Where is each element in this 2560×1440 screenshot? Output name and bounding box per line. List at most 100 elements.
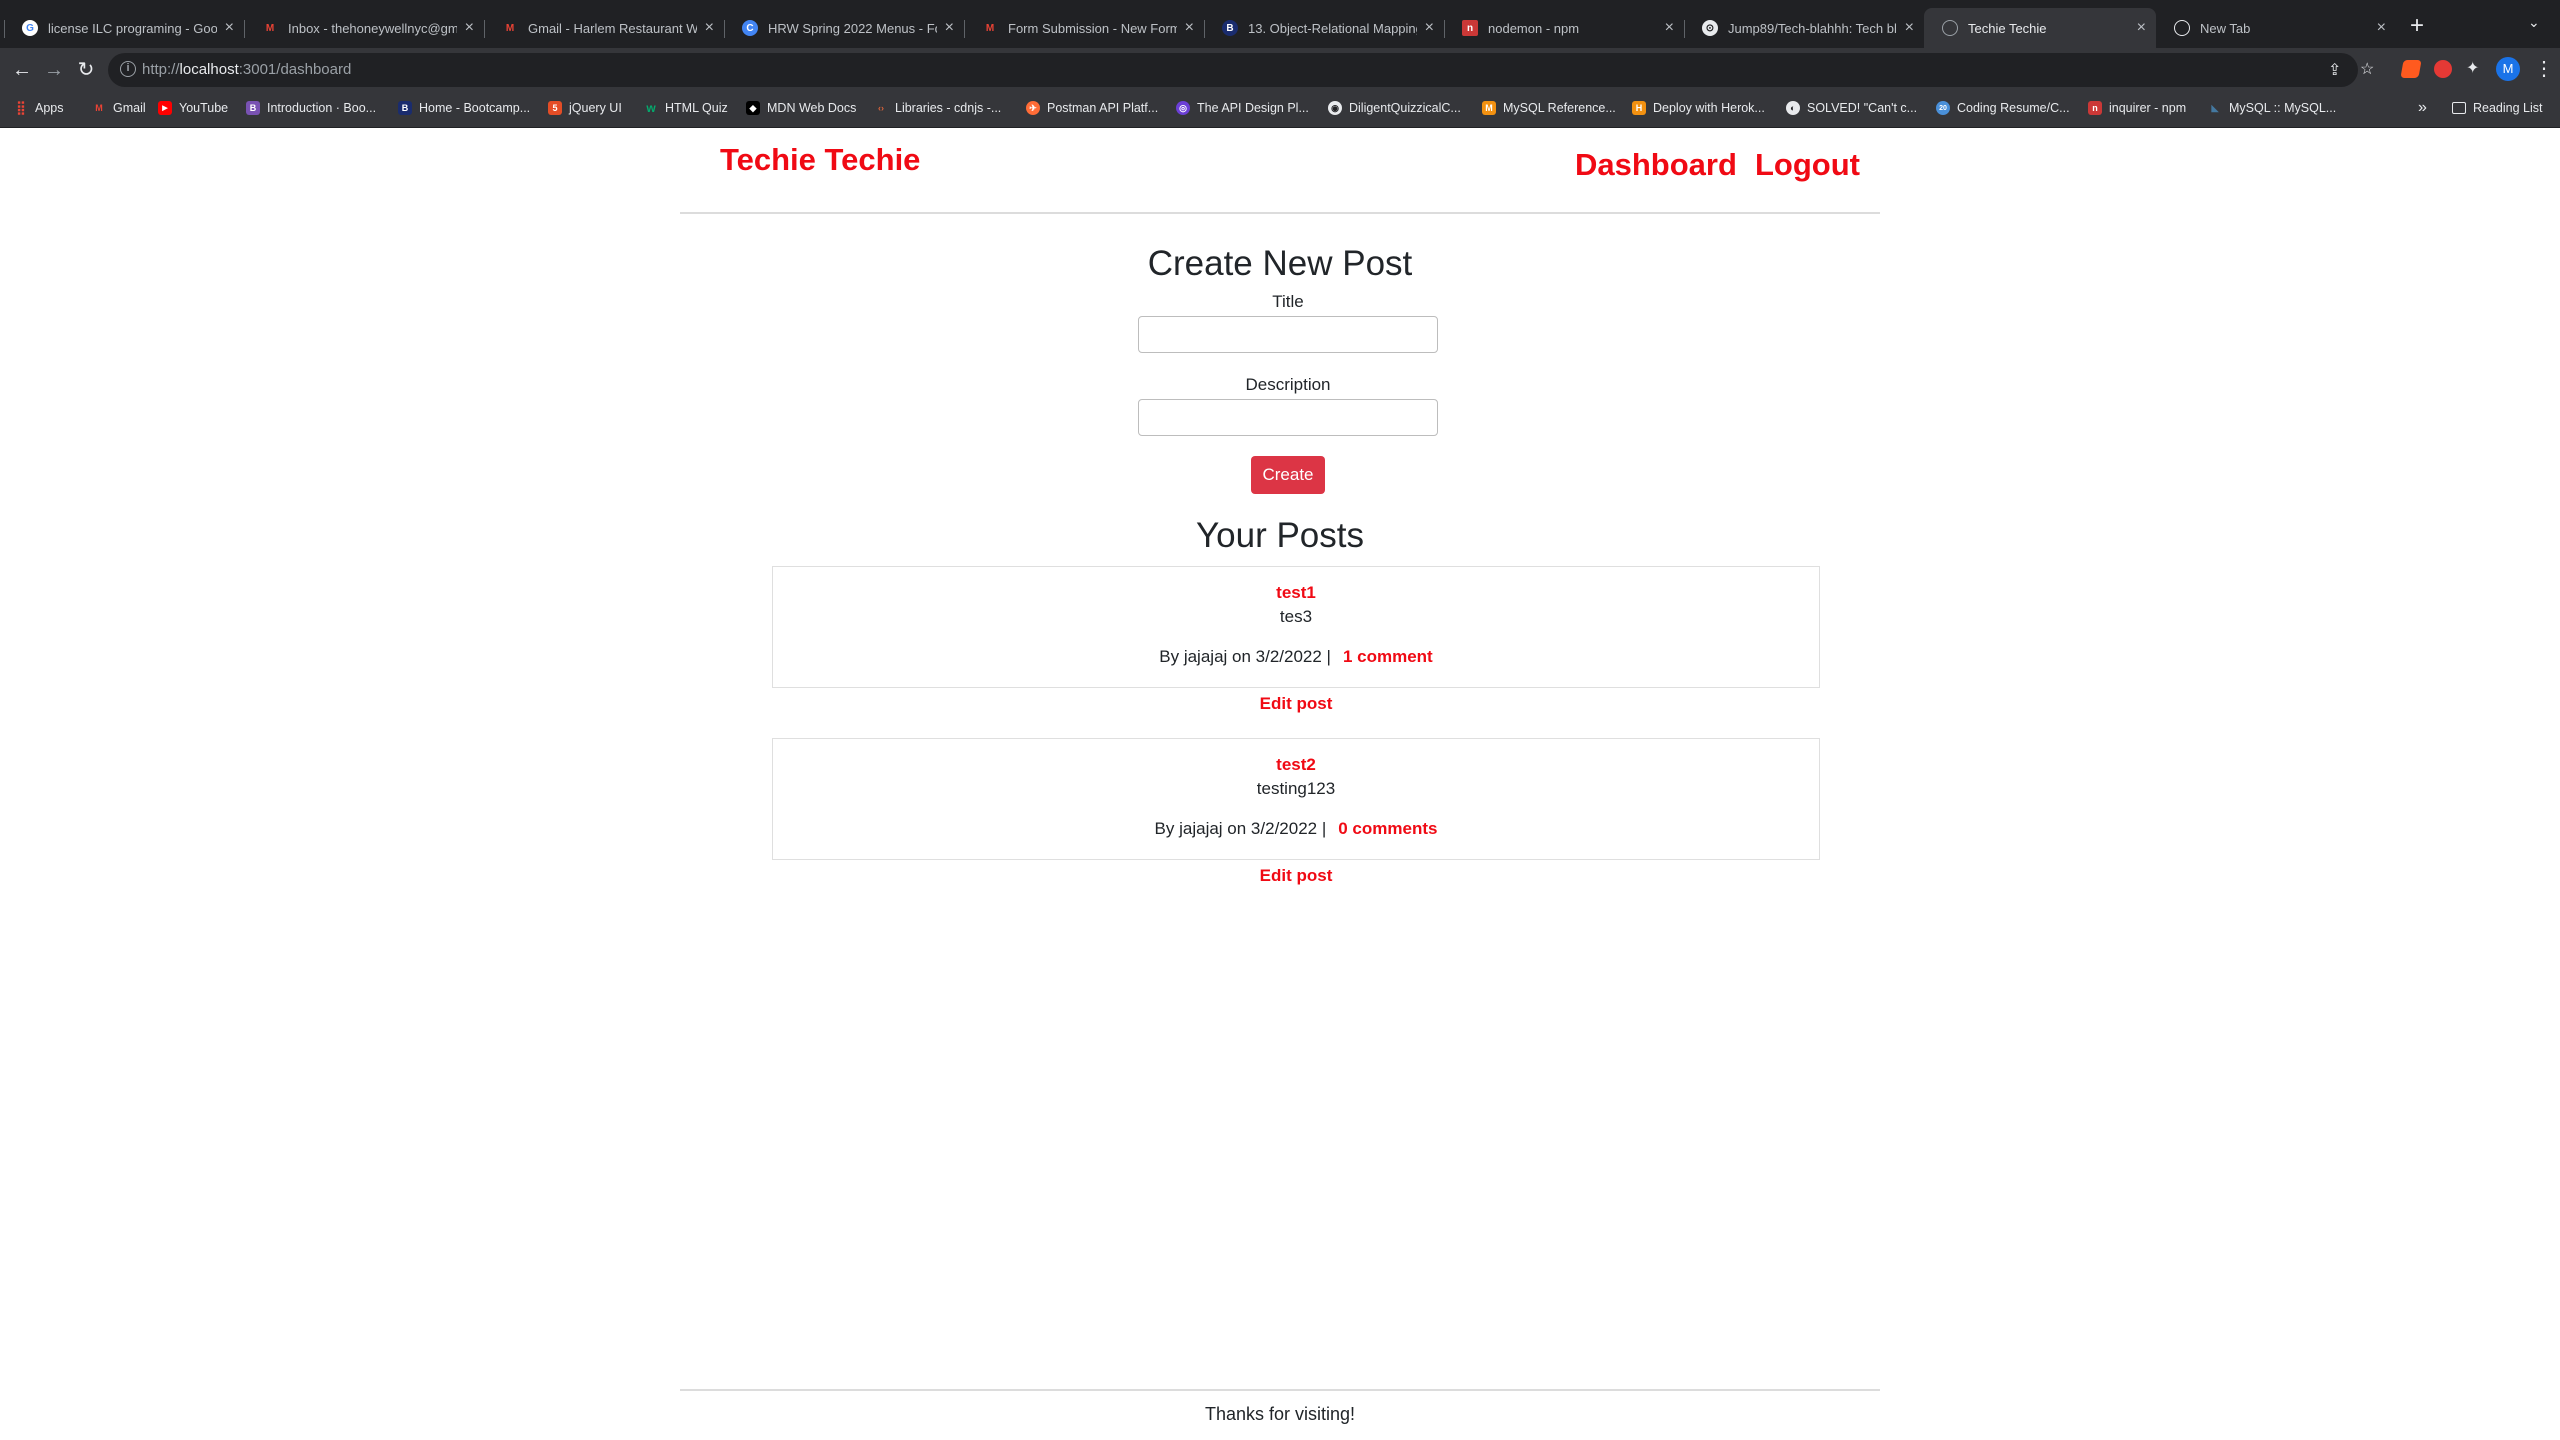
- browser-tab[interactable]: New Tab ×: [2156, 8, 2396, 48]
- post-title-link[interactable]: test2: [773, 755, 1819, 775]
- close-icon[interactable]: ×: [2377, 19, 2386, 37]
- your-posts-heading: Your Posts: [1196, 516, 1364, 555]
- reload-icon[interactable]: ↻: [72, 56, 100, 84]
- new-tab-plus-icon[interactable]: +: [2410, 12, 2424, 40]
- description-input[interactable]: [1138, 399, 1438, 436]
- bootcamp-icon: B: [398, 101, 412, 115]
- browser-tab-active[interactable]: Techie Techie ×: [1924, 8, 2156, 48]
- bookmark-item[interactable]: M MySQL Reference...: [1482, 101, 1616, 115]
- youtube-icon: ▶: [158, 101, 172, 115]
- chrome-icon: [2174, 20, 2190, 36]
- resume-icon: 20: [1936, 101, 1950, 115]
- close-icon[interactable]: ×: [945, 19, 954, 37]
- post-comments-link[interactable]: 0 comments: [1338, 819, 1437, 838]
- post-comments-link[interactable]: 1 comment: [1343, 647, 1433, 666]
- title-input[interactable]: [1138, 316, 1438, 353]
- browser-tab[interactable]: n nodemon - npm ×: [1444, 8, 1684, 48]
- close-icon[interactable]: ×: [705, 19, 714, 37]
- bookmark-item[interactable]: ◐ SOLVED! "Can't c...: [1786, 101, 1917, 115]
- bookmark-item[interactable]: 5 jQuery UI: [548, 101, 622, 115]
- footer-text: Thanks for visiting!: [1204, 1404, 1356, 1424]
- html5-icon: 5: [548, 101, 562, 115]
- bookmarks-overflow-icon[interactable]: »: [2418, 99, 2427, 117]
- bookmark-item[interactable]: ◎ The API Design Pl...: [1176, 101, 1309, 115]
- post-meta: By jajajaj on 3/2/2022 | 1 comment: [773, 647, 1819, 667]
- bookmark-item[interactable]: M Gmail: [92, 101, 145, 115]
- bookmark-item[interactable]: ✈ Postman API Platf...: [1026, 101, 1158, 115]
- npm-icon: n: [1462, 20, 1478, 36]
- bootstrap-icon: B: [246, 101, 260, 115]
- bookmarks-bar: ⣿ Apps M Gmail ▶ YouTube B Introduction · Bo…: [0, 92, 2560, 128]
- edit-post-link[interactable]: Edit post: [0, 694, 2560, 714]
- bookmark-item[interactable]: B Home - Bootcamp...: [398, 101, 530, 115]
- address-url: http://localhost:3001/dashboard: [142, 61, 352, 78]
- reading-list-icon: [2452, 102, 2466, 114]
- browser-tab[interactable]: M Form Submission - New Form ×: [964, 8, 1204, 48]
- forward-arrow-icon[interactable]: →: [40, 56, 68, 84]
- site-brand[interactable]: Techie Techie: [720, 142, 920, 178]
- bootcamp-icon: B: [1222, 20, 1238, 36]
- browser-tab[interactable]: ⊙ Jump89/Tech-blahhh: Tech blo ×: [1684, 8, 1924, 48]
- close-icon[interactable]: ×: [1665, 19, 1674, 37]
- bookmark-item[interactable]: B Introduction · Boo...: [246, 101, 376, 115]
- create-post-heading: Create New Post: [1147, 244, 1413, 283]
- title-label: Title: [1272, 292, 1304, 311]
- globe-icon: [1942, 20, 1958, 36]
- post-byline: By jajajaj on 3/2/2022 |: [1154, 819, 1327, 838]
- tab-search-chevron-icon[interactable]: ⌄: [2528, 14, 2540, 31]
- bookmark-star-icon[interactable]: ☆: [2360, 59, 2374, 79]
- nav-logout-link[interactable]: Logout: [1755, 147, 1860, 183]
- close-icon[interactable]: ×: [465, 19, 474, 37]
- bookmark-item[interactable]: ◉ DiligentQuizzicalC...: [1328, 101, 1461, 115]
- description-label: Description: [1245, 375, 1331, 394]
- github-icon: ⊙: [1702, 20, 1718, 36]
- browser-tab[interactable]: B 13. Object-Relational Mapping ×: [1204, 8, 1444, 48]
- replit-icon: ◉: [1328, 101, 1342, 115]
- apps-grid-icon: ⣿: [16, 100, 26, 115]
- hrw-icon: C: [742, 20, 758, 36]
- share-icon[interactable]: ⇪: [2328, 60, 2341, 80]
- browser-tab[interactable]: G license ILC programing - Goog ×: [4, 8, 244, 48]
- bookmark-item[interactable]: ◣ MySQL :: MySQL...: [2208, 101, 2337, 115]
- bookmark-item[interactable]: 20 Coding Resume/C...: [1936, 101, 2070, 115]
- gmail-icon: M: [985, 22, 995, 34]
- reading-list-button[interactable]: Reading List: [2452, 101, 2543, 115]
- edit-post-link[interactable]: Edit post: [0, 866, 2560, 886]
- bookmark-item[interactable]: ◆ MDN Web Docs: [746, 101, 856, 115]
- create-post-button[interactable]: Create: [1251, 456, 1325, 494]
- header-divider: [680, 212, 1880, 214]
- post-title-link[interactable]: test1: [773, 583, 1819, 603]
- gmail-icon: M: [95, 103, 103, 113]
- extension-record-icon[interactable]: [2434, 60, 2452, 78]
- back-arrow-icon[interactable]: ←: [8, 56, 36, 84]
- browser-tab[interactable]: M Inbox - thehoneywellnyc@gma ×: [244, 8, 484, 48]
- mdn-icon: ◆: [746, 101, 760, 115]
- close-icon[interactable]: ×: [225, 19, 234, 37]
- w3schools-icon: w: [646, 101, 656, 115]
- bookmark-item[interactable]: ‹› Libraries - cdnjs -...: [874, 101, 1001, 115]
- site-info-icon[interactable]: i: [120, 61, 136, 77]
- bookmark-item[interactable]: ▶ YouTube: [158, 101, 228, 115]
- address-bar[interactable]: i http://localhost:3001/dashboard ⇪: [108, 53, 2358, 87]
- solved-icon: ◐: [1786, 101, 1800, 115]
- close-icon[interactable]: ×: [1425, 19, 1434, 37]
- close-icon[interactable]: ×: [2137, 19, 2146, 37]
- browser-menu-icon[interactable]: ⋮: [2534, 56, 2554, 81]
- close-icon[interactable]: ×: [1185, 19, 1194, 37]
- bookmark-item[interactable]: w HTML Quiz: [644, 101, 727, 115]
- profile-avatar[interactable]: M: [2496, 57, 2520, 81]
- postman-icon: ✈: [1026, 101, 1040, 115]
- browser-tab[interactable]: C HRW Spring 2022 Menus - Fo ×: [724, 8, 964, 48]
- bookmark-item[interactable]: n inquirer - npm: [2088, 101, 2186, 115]
- post-body: testing123: [1256, 779, 1336, 798]
- extensions-puzzle-icon[interactable]: ✦: [2466, 60, 2484, 78]
- browser-toolbar: ← → ↻ i http://localhost:3001/dashboard …: [0, 48, 2560, 92]
- extension-colorpick-icon[interactable]: [2400, 60, 2422, 78]
- post-card: test1 tes3 By jajajaj on 3/2/2022 | 1 com…: [772, 566, 1820, 688]
- close-icon[interactable]: ×: [1905, 19, 1914, 37]
- bookmark-item[interactable]: ⣿ Apps: [14, 100, 63, 115]
- nav-dashboard-link[interactable]: Dashboard: [1575, 147, 1737, 183]
- bookmark-item[interactable]: H Deploy with Herok...: [1632, 101, 1765, 115]
- browser-tabstrip: G license ILC programing - Goog × M Inbo…: [0, 0, 2560, 48]
- browser-tab[interactable]: M Gmail - Harlem Restaurant We ×: [484, 8, 724, 48]
